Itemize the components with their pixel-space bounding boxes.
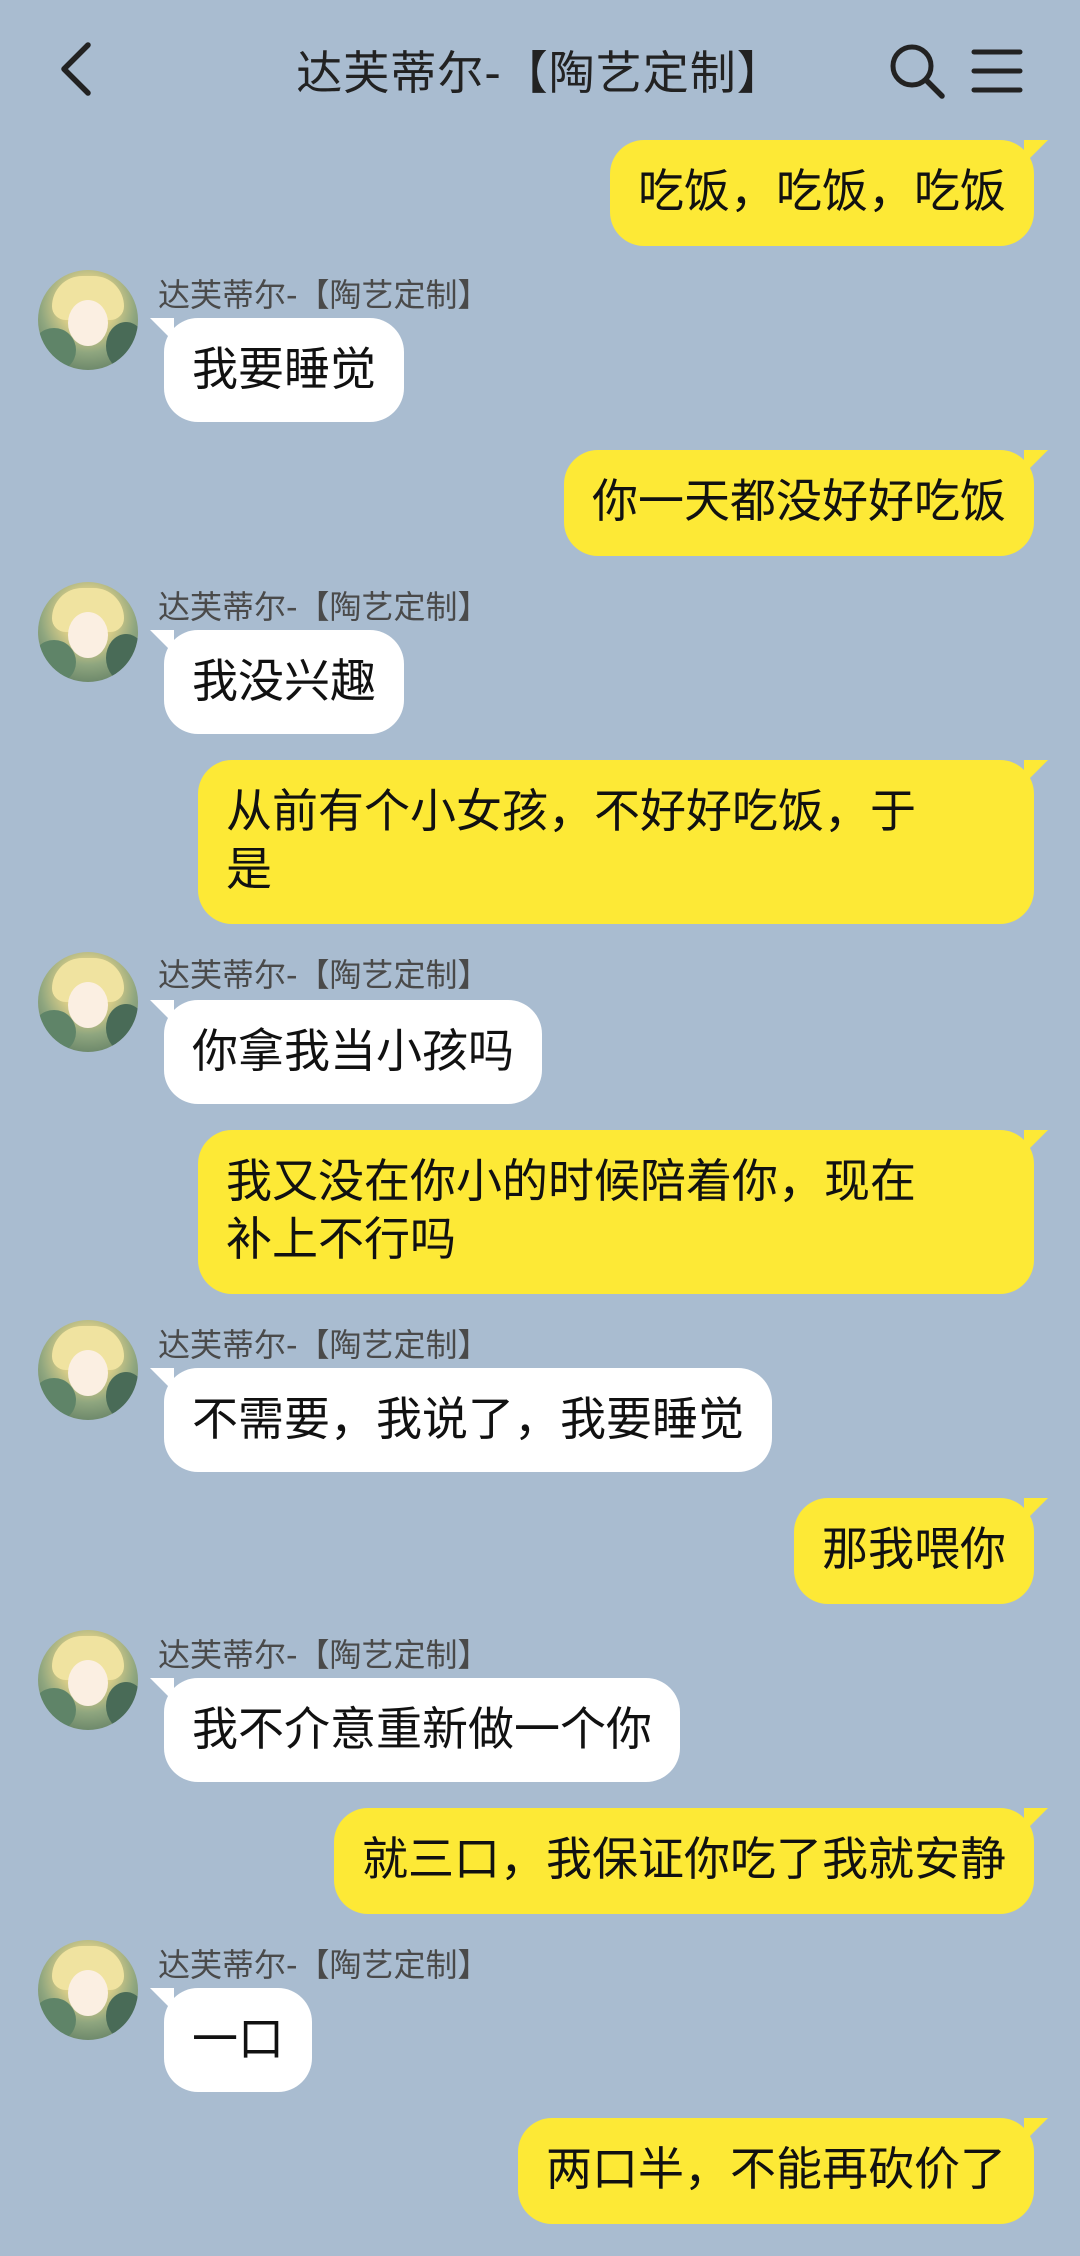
sender-name: 达芙蒂尔-【陶艺定制】 (158, 276, 490, 314)
received-message-bubble[interactable]: 我要睡觉 (150, 318, 404, 422)
received-message-row: 达芙蒂尔-【陶艺定制】 我不介意重新做一个你 (0, 1608, 1080, 1808)
received-message-bubble[interactable]: 我没兴趣 (150, 630, 404, 734)
received-message-bubble[interactable]: 不需要，我说了，我要睡觉 (150, 1368, 772, 1472)
received-message-bubble[interactable]: 一口 (150, 1988, 312, 2092)
sent-message-bubble[interactable]: 我又没在你小的时候陪着你，现在 补上不行吗 (198, 1130, 1048, 1294)
sent-message-row: 两口半，不能再砍价了 (0, 2118, 1080, 2228)
received-message-row: 达芙蒂尔-【陶艺定制】 你拿我当小孩吗 (0, 928, 1080, 1130)
menu-button[interactable] (964, 38, 1030, 104)
sent-message-row: 我又没在你小的时候陪着你，现在 补上不行吗 (0, 1130, 1080, 1298)
sent-message-bubble[interactable]: 两口半，不能再砍价了 (518, 2118, 1048, 2224)
sent-message-bubble[interactable]: 你一天都没好好吃饭 (564, 450, 1048, 556)
received-message-row: 达芙蒂尔-【陶艺定制】 我要睡觉 (0, 250, 1080, 450)
sent-message-bubble[interactable]: 从前有个小女孩，不好好吃饭，于 是 (198, 760, 1048, 924)
search-icon (890, 44, 945, 99)
sender-name: 达芙蒂尔-【陶艺定制】 (158, 1946, 490, 1984)
sender-name: 达芙蒂尔-【陶艺定制】 (158, 956, 490, 994)
sent-message-row: 从前有个小女孩，不好好吃饭，于 是 (0, 760, 1080, 928)
contact-avatar[interactable] (38, 1630, 138, 1730)
sender-name: 达芙蒂尔-【陶艺定制】 (158, 588, 490, 626)
sender-name: 达芙蒂尔-【陶艺定制】 (158, 1636, 490, 1674)
chat-title: 达芙蒂尔-【陶艺定制】 (296, 46, 784, 100)
sent-message-row: 你一天都没好好吃饭 (0, 450, 1080, 560)
received-message-row: 达芙蒂尔-【陶艺定制】 我没兴趣 (0, 560, 1080, 760)
contact-avatar[interactable] (38, 270, 138, 370)
sender-name: 达芙蒂尔-【陶艺定制】 (158, 1326, 490, 1364)
menu-icon (971, 49, 1023, 93)
contact-avatar[interactable] (38, 1940, 138, 2040)
contact-avatar[interactable] (38, 952, 138, 1052)
chat-header: 达芙蒂尔-【陶艺定制】 (0, 0, 1080, 140)
received-message-bubble[interactable]: 你拿我当小孩吗 (150, 1000, 542, 1104)
sent-message-row: 就三口，我保证你吃了我就安静 (0, 1808, 1080, 1918)
message-list[interactable]: 吃饭，吃饭，吃饭 达芙蒂尔-【陶艺定制】 我要睡觉 你一天都没好好吃饭 达芙蒂尔… (0, 140, 1080, 2228)
back-button[interactable] (44, 32, 108, 106)
sent-message-row: 吃饭，吃饭，吃饭 (0, 140, 1080, 250)
sent-message-bubble[interactable]: 吃饭，吃饭，吃饭 (610, 140, 1048, 246)
sent-message-bubble[interactable]: 就三口，我保证你吃了我就安静 (334, 1808, 1048, 1914)
received-message-bubble[interactable]: 我不介意重新做一个你 (150, 1678, 680, 1782)
received-message-row: 达芙蒂尔-【陶艺定制】 一口 (0, 1918, 1080, 2118)
contact-avatar[interactable] (38, 1320, 138, 1420)
received-message-row: 达芙蒂尔-【陶艺定制】 不需要，我说了，我要睡觉 (0, 1298, 1080, 1498)
chevron-left-icon (61, 42, 91, 96)
search-button[interactable] (884, 38, 950, 104)
contact-avatar[interactable] (38, 582, 138, 682)
sent-message-bubble[interactable]: 那我喂你 (794, 1498, 1048, 1604)
sent-message-row: 那我喂你 (0, 1498, 1080, 1608)
